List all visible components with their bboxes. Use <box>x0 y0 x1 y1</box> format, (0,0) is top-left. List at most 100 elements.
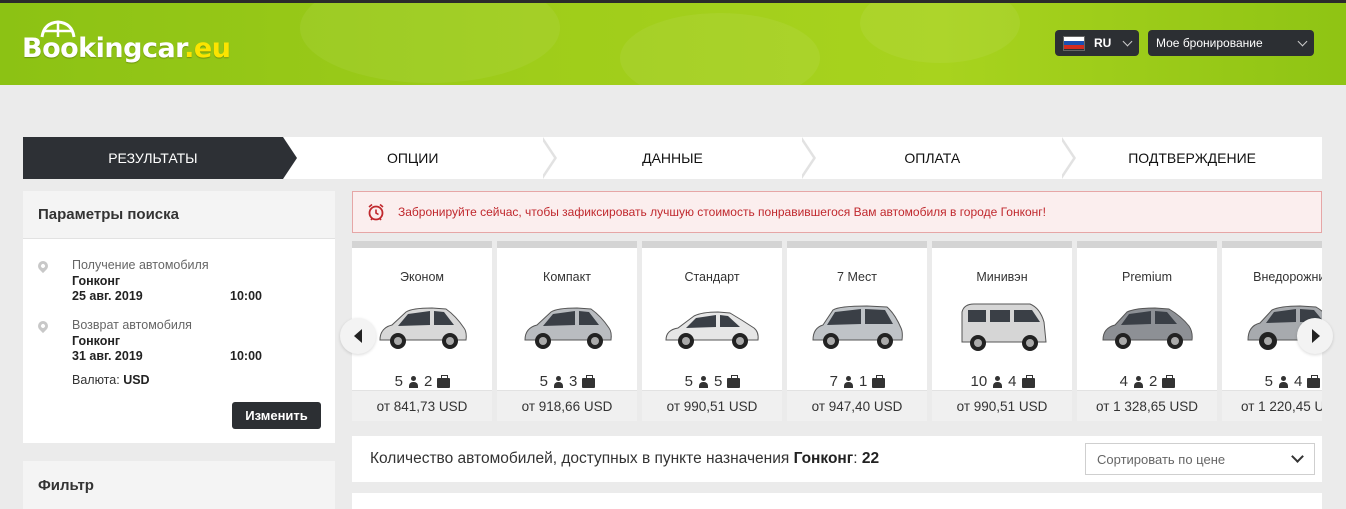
car-category-carousel: Эконом 5 2 от 841,73 USD Компакт 5 3 от … <box>352 241 1322 421</box>
step-options[interactable]: ОПЦИИ <box>283 137 557 179</box>
search-params-panel: Параметры поиска Получение автомобиля Го… <box>23 191 335 443</box>
language-selector[interactable]: RU <box>1055 30 1139 56</box>
luggage-icon <box>1307 374 1321 388</box>
step-results[interactable]: РЕЗУЛЬТАТЫ <box>23 137 297 179</box>
car-image <box>524 307 612 349</box>
site-logo[interactable]: Bookingcar.eu <box>22 33 231 64</box>
car-category-name: Стандарт <box>684 270 740 284</box>
results-count-text: Количество автомобилей, доступных в пунк… <box>370 450 879 468</box>
passenger-icon <box>698 375 709 388</box>
currency-label: Валюта: <box>72 373 120 387</box>
car-image <box>1102 307 1193 349</box>
map-decoration <box>300 3 560 83</box>
dropoff-time: 10:00 <box>230 349 262 363</box>
dropoff-label: Возврат автомобиля <box>72 318 192 332</box>
car-category-card[interactable]: 7 Мест 7 1 от 947,40 USD <box>787 241 927 421</box>
sort-select[interactable]: Сортировать по цене <box>1085 443 1315 475</box>
booking-steps: РЕЗУЛЬТАТЫ ОПЦИИ ДАННЫЕ ОПЛАТА ПОДТВЕРЖД… <box>23 137 1322 179</box>
step-arrow <box>282 137 297 179</box>
site-header: Bookingcar.eu RU Мое бронирование <box>0 0 1346 85</box>
car-capacity: 5 4 <box>1222 373 1322 390</box>
urgency-alert: Забронируйте сейчас, чтобы зафиксировать… <box>352 191 1322 233</box>
results-list-panel <box>352 493 1322 509</box>
seats-count: 5 <box>1264 373 1273 390</box>
pickup-city: Гонконг <box>72 274 121 288</box>
luggage-icon <box>727 374 741 388</box>
bags-count: 2 <box>424 373 433 390</box>
car-category-name: Эконом <box>400 270 444 284</box>
step-arrow <box>1059 137 1077 179</box>
step-label: ПОДТВЕРЖДЕНИЕ <box>1128 150 1256 166</box>
count-prefix: Количество автомобилей, доступных в пунк… <box>370 450 794 467</box>
location-pin-icon <box>35 318 51 334</box>
step-label: ОПЛАТА <box>904 150 961 166</box>
currency-value: USD <box>123 373 150 387</box>
chevron-down-icon <box>1297 36 1308 47</box>
car-category-name: Компакт <box>543 270 591 284</box>
car-image <box>812 305 903 349</box>
car-price: от 841,73 USD <box>352 390 492 421</box>
car-price: от 1 328,65 USD <box>1077 390 1217 421</box>
passenger-icon <box>408 375 419 388</box>
seats-count: 5 <box>539 373 548 390</box>
language-label: RU <box>1094 36 1112 50</box>
pickup-date: 25 авг. 2019 <box>72 289 143 303</box>
luggage-icon <box>1162 374 1176 388</box>
car-category-name: Premium <box>1121 270 1172 284</box>
bags-count: 5 <box>714 373 723 390</box>
car-capacity: 5 2 <box>352 373 492 390</box>
change-search-button[interactable]: Изменить <box>232 402 321 429</box>
car-category-card[interactable]: Premium 4 2 от 1 328,65 USD <box>1077 241 1217 421</box>
carousel-prev-button[interactable] <box>340 318 376 354</box>
russia-flag-icon <box>1063 35 1085 51</box>
logo-tld-text: .eu <box>184 33 231 64</box>
results-count-bar: Количество автомобилей, доступных в пунк… <box>352 436 1322 482</box>
car-category-card[interactable]: Минивэн 10 4 от 990,51 USD <box>932 241 1072 421</box>
bags-count: 1 <box>859 373 868 390</box>
step-payment[interactable]: ОПЛАТА <box>802 137 1077 179</box>
logo-main-text: Bookingcar <box>22 33 185 64</box>
results-count: 22 <box>861 450 880 467</box>
step-arrow <box>539 137 557 179</box>
map-decoration <box>860 3 1020 63</box>
step-label: ОПЦИИ <box>386 150 439 166</box>
car-price: от 990,51 USD <box>932 390 1072 421</box>
car-image <box>961 303 1047 351</box>
my-booking-label: Мое бронирование <box>1156 36 1263 50</box>
car-image <box>379 307 467 349</box>
car-capacity: 5 5 <box>642 373 782 390</box>
car-category-name: Минивэн <box>976 270 1028 284</box>
bags-count: 3 <box>569 373 578 390</box>
alert-text: Забронируйте сейчас, чтобы зафиксировать… <box>398 205 1046 219</box>
alarm-clock-icon <box>368 203 384 221</box>
filter-title: Фильтр <box>23 461 335 509</box>
car-capacity: 10 4 <box>932 373 1072 390</box>
car-capacity: 4 2 <box>1077 373 1217 390</box>
car-category-card[interactable]: Компакт 5 3 от 918,66 USD <box>497 241 637 421</box>
car-price: от 1 220,45 USD <box>1222 390 1322 421</box>
step-details[interactable]: ДАННЫЕ <box>543 137 817 179</box>
search-params-title: Параметры поиска <box>23 191 335 239</box>
step-label: ДАННЫЕ <box>642 150 703 166</box>
pickup-label: Получение автомобиля <box>72 258 209 272</box>
location-pin-icon <box>35 258 51 274</box>
seats-count: 10 <box>970 373 988 390</box>
dropoff-date: 31 авг. 2019 <box>72 349 143 363</box>
carousel-next-button[interactable] <box>1297 318 1333 354</box>
luggage-icon <box>582 374 596 388</box>
map-decoration <box>620 13 820 85</box>
seats-count: 4 <box>1119 373 1128 390</box>
filter-panel: Фильтр <box>23 461 335 509</box>
sort-label: Сортировать по цене <box>1097 451 1226 467</box>
luggage-icon <box>872 374 886 388</box>
my-booking-dropdown[interactable]: Мое бронирование <box>1148 30 1314 56</box>
car-price: от 918,66 USD <box>497 390 637 421</box>
step-confirmation[interactable]: ПОДТВЕРЖДЕНИЕ <box>1062 137 1322 179</box>
count-separator: : <box>853 450 862 467</box>
destination-city: Гонконг <box>793 450 854 467</box>
seats-count: 5 <box>684 373 693 390</box>
car-category-card[interactable]: Стандарт 5 5 от 990,51 USD <box>642 241 782 421</box>
passenger-icon <box>992 375 1003 388</box>
car-image <box>665 311 759 349</box>
bags-count: 4 <box>1294 373 1303 390</box>
